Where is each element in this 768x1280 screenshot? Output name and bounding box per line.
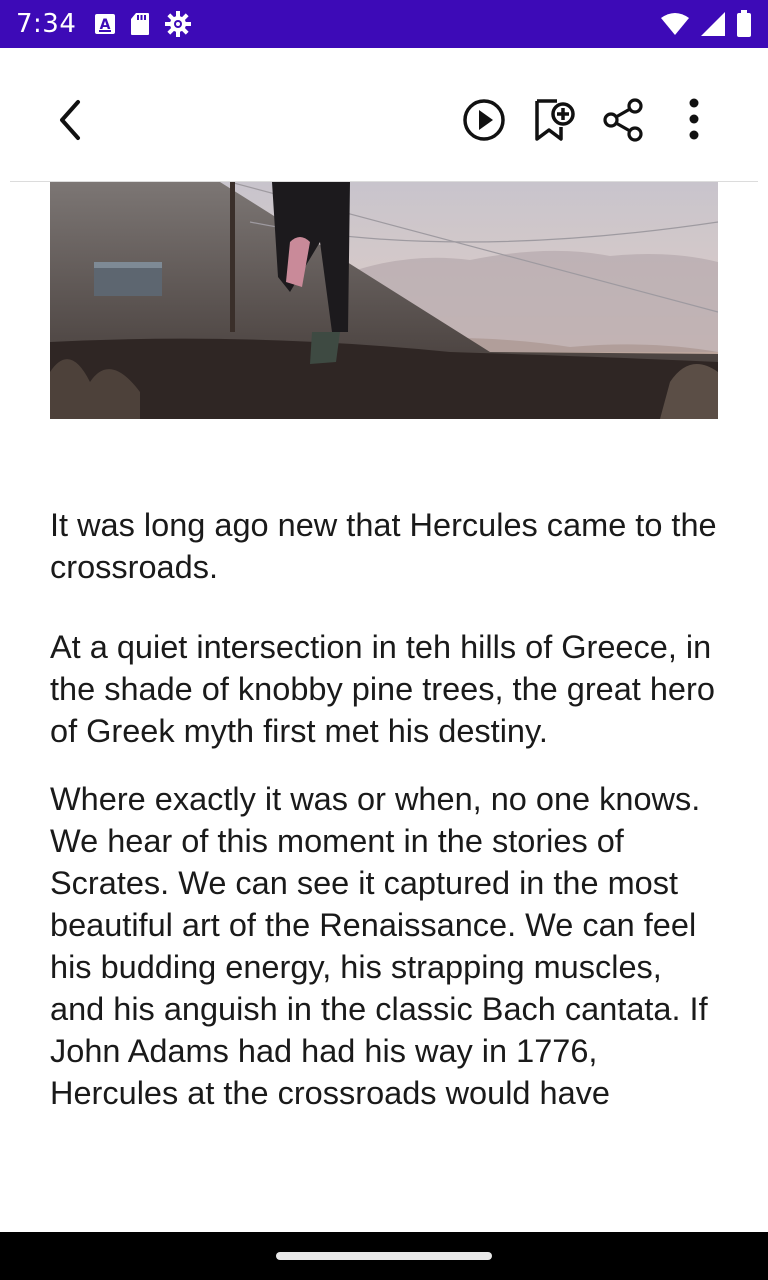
bookmark-add-button[interactable]: [530, 96, 578, 144]
article-body: It was long ago new that Hercules came t…: [50, 504, 718, 1114]
share-icon: [603, 97, 643, 142]
text-a-icon: A: [94, 13, 116, 35]
toolbar-actions: [460, 96, 718, 144]
back-button[interactable]: [46, 96, 94, 144]
sd-card-icon: [130, 12, 150, 36]
chevron-left-icon: [60, 99, 80, 140]
battery-icon: [736, 10, 752, 38]
article-paragraph: It was long ago new that Hercules came t…: [50, 507, 717, 585]
top-app-bar: [10, 58, 758, 182]
runner-on-hillside-photo: [50, 182, 718, 419]
cellular-signal-icon: [700, 11, 726, 37]
article-content: It was long ago new that Hercules came t…: [10, 182, 758, 1222]
status-time: 7:34: [16, 9, 77, 39]
share-button[interactable]: [600, 96, 648, 144]
wifi-icon: [660, 12, 690, 36]
settings-gear-icon: [164, 10, 192, 38]
article-screen: It was long ago new that Hercules came t…: [10, 58, 758, 1222]
system-navigation-bar: [0, 1232, 768, 1280]
more-vert-icon: [689, 98, 699, 139]
article-paragraph: At a quiet intersection in teh hills of …: [50, 629, 715, 749]
hero-image: [50, 182, 718, 419]
bookmark-add-icon: [535, 98, 575, 141]
home-gesture-handle[interactable]: [276, 1252, 492, 1260]
play-icon: [463, 98, 505, 141]
play-button[interactable]: [460, 96, 508, 144]
status-bar: 7:34 A: [0, 0, 768, 48]
article-paragraph: Where exactly it was or when, no one kno…: [50, 781, 708, 1111]
more-options-button[interactable]: [670, 96, 718, 144]
